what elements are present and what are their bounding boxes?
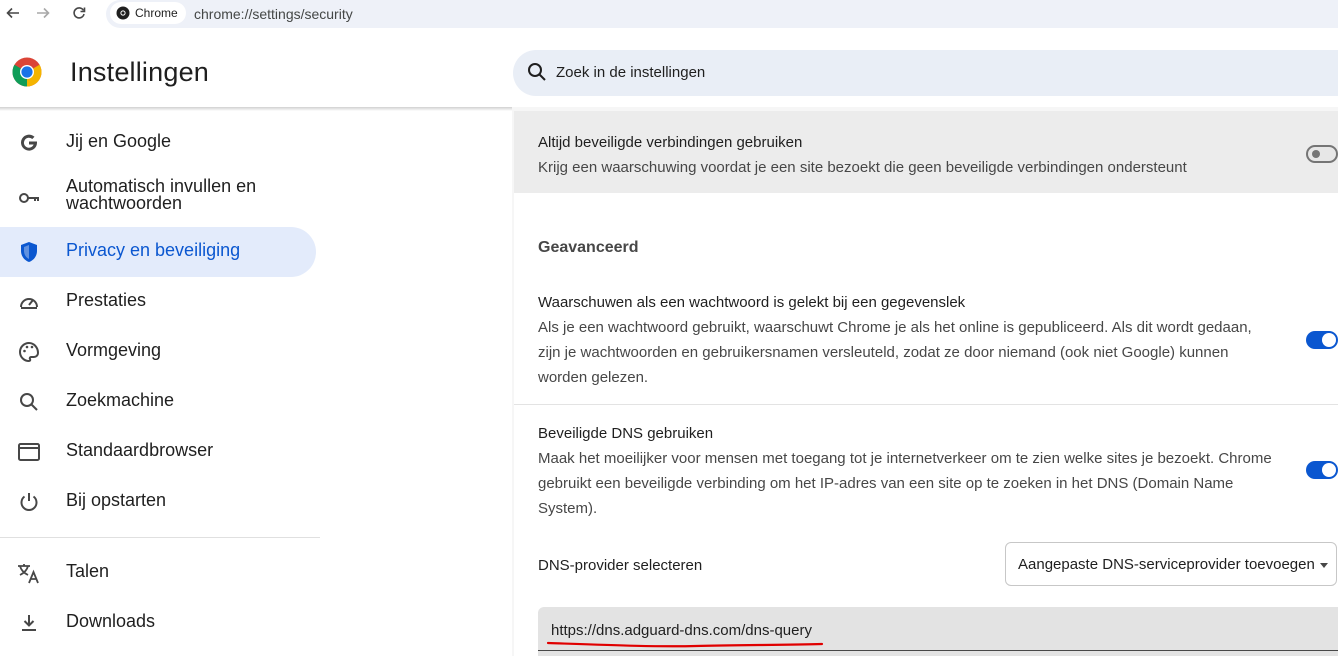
sidebar-item-downloads[interactable]: Downloads xyxy=(0,598,316,648)
site-chip[interactable]: Chrome xyxy=(110,2,186,24)
browser-toolbar: Chrome chrome://settings/security xyxy=(0,0,1338,30)
sidebar-item-label: Zoekmachine xyxy=(66,390,175,410)
sidebar-item-label: Prestaties xyxy=(66,290,147,310)
sidebar-item-autofill[interactable]: Automatisch invullen en wachtwoorden xyxy=(0,173,316,223)
sidebar-item-search-engine[interactable]: Zoekmachine xyxy=(0,377,316,427)
sidebar-item-languages[interactable]: Talen xyxy=(0,548,316,598)
chrome-icon xyxy=(116,6,130,20)
sidebar-item-you-and-google[interactable]: Jij en Google xyxy=(0,118,316,168)
custom-dns-url: https://dns.adguard-dns.com/dns-query xyxy=(551,622,812,639)
secure-connections-title: Altijd beveiligde verbindingen gebruiken xyxy=(538,134,803,151)
page-title: Instellingen xyxy=(70,57,209,87)
sidebar-item-label: Automatisch invullen en wachtwoorden xyxy=(66,176,257,213)
sidebar-item-label: Vormgeving xyxy=(66,340,162,360)
arrow-right-icon xyxy=(37,7,50,19)
settings-header: Instellingen Zoek in de instellingen xyxy=(0,37,1338,107)
browser-window-icon xyxy=(17,440,41,464)
secure-connections-row[interactable] xyxy=(514,111,1338,193)
password-leak-description: Als je een wachtwoord gebruikt, waarschu… xyxy=(538,319,1252,386)
sidebar-item-performance[interactable]: Prestaties xyxy=(0,277,316,327)
arrow-left-icon xyxy=(6,7,19,19)
download-icon xyxy=(17,611,41,635)
password-leak-toggle[interactable] xyxy=(1306,331,1338,349)
secure-dns-title: Beveiligde DNS gebruiken xyxy=(538,425,714,442)
dns-provider-selected: Aangepaste DNS-serviceprovider toevoegen xyxy=(1018,556,1315,573)
secure-dns-description: Maak het moeilijker voor mensen met toeg… xyxy=(538,450,1272,517)
dns-provider-select[interactable]: Aangepaste DNS-serviceprovider toevoegen xyxy=(1005,542,1337,586)
forward-button[interactable] xyxy=(30,0,56,26)
power-icon xyxy=(17,490,41,514)
sidebar-item-label: Talen xyxy=(66,561,110,581)
password-leak-title: Waarschuwen als een wachtwoord is gelekt… xyxy=(538,294,966,311)
sidebar-item-default-browser[interactable]: Standaardbrowser xyxy=(0,427,316,477)
translate-icon xyxy=(17,561,41,585)
sidebar-item-privacy[interactable]: Privacy en beveiliging xyxy=(0,227,316,277)
reload-icon xyxy=(73,7,86,19)
sidebar-item-appearance[interactable]: Vormgeving xyxy=(0,327,316,377)
sidebar-item-label: Jij en Google xyxy=(66,131,172,151)
sidebar-item-label: Bij opstarten xyxy=(66,490,167,510)
secure-connections-description: Krijg een waarschuwing voordat je een si… xyxy=(538,159,1187,176)
url-text: chrome://settings/security xyxy=(194,6,353,22)
row-separator xyxy=(514,404,1338,405)
back-button[interactable] xyxy=(0,0,26,26)
input-underline xyxy=(538,650,1338,651)
dns-provider-label: DNS-provider selecteren xyxy=(538,557,703,574)
sidebar-item-label: Downloads xyxy=(66,611,156,631)
search-placeholder: Zoek in de instellingen xyxy=(556,64,706,81)
search-icon xyxy=(17,390,41,414)
palette-icon xyxy=(17,340,41,364)
speedometer-icon xyxy=(17,290,41,314)
sidebar-item-label: Privacy en beveiliging xyxy=(66,240,241,260)
secure-dns-toggle[interactable] xyxy=(1306,461,1338,479)
secure-connections-toggle[interactable] xyxy=(1306,145,1338,163)
address-bar[interactable]: Chrome chrome://settings/security xyxy=(106,0,1338,28)
chrome-logo-icon xyxy=(12,57,42,87)
sidebar: Jij en Google Automatisch invullen en wa… xyxy=(0,111,512,656)
advanced-heading: Geavanceerd xyxy=(538,239,639,256)
dropdown-arrow-icon xyxy=(1320,563,1328,568)
sidebar-divider xyxy=(0,537,320,538)
sidebar-item-on-startup[interactable]: Bij opstarten xyxy=(0,477,316,527)
google-g-icon xyxy=(17,131,41,155)
red-annotation-underline xyxy=(546,641,824,648)
shield-icon xyxy=(17,240,41,264)
settings-search-input[interactable]: Zoek in de instellingen xyxy=(513,50,1338,96)
search-icon xyxy=(528,63,546,81)
key-icon xyxy=(17,186,41,210)
sidebar-item-label: Standaardbrowser xyxy=(66,440,214,460)
chip-label: Chrome xyxy=(135,6,178,20)
reload-button[interactable] xyxy=(66,0,92,26)
